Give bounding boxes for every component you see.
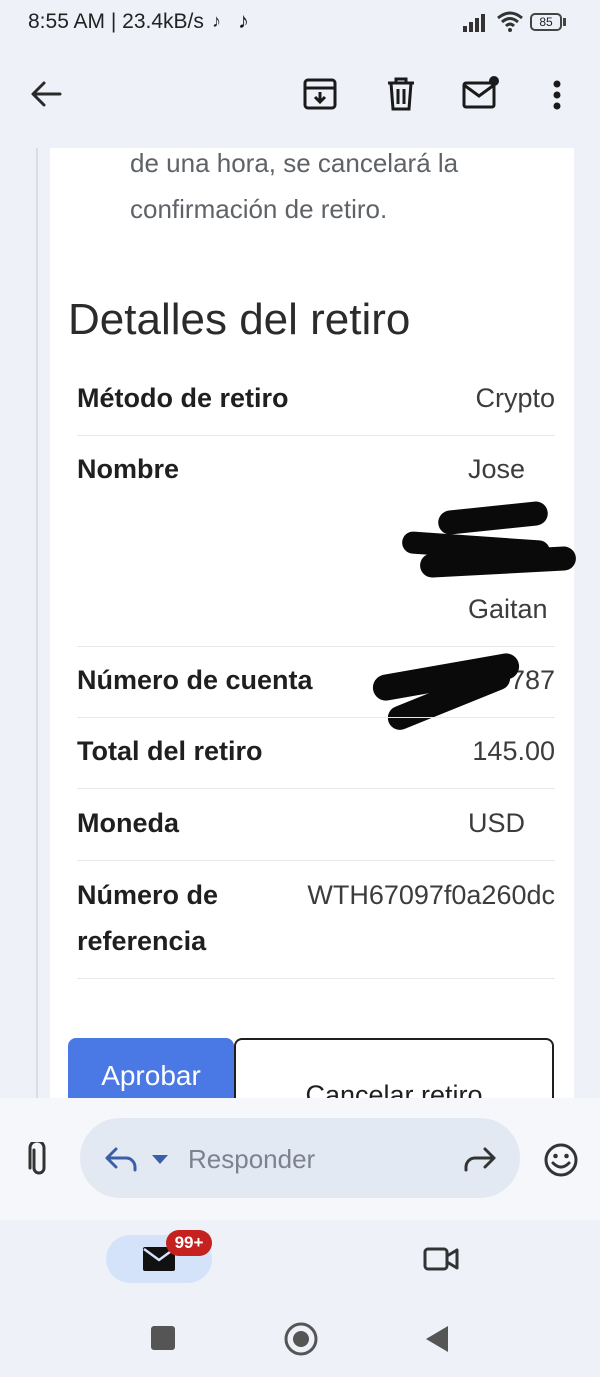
intro-line-1: de una hora, se cancelará la	[130, 148, 459, 178]
reply-icon[interactable]	[104, 1146, 138, 1172]
row-divider	[77, 435, 555, 436]
quote-line	[36, 148, 38, 1098]
chevron-down-icon[interactable]	[151, 1154, 169, 1166]
intro-line-2: confirmación de retiro.	[130, 194, 388, 224]
row-value-total: 145.00	[472, 736, 555, 766]
trash-icon[interactable]	[386, 77, 416, 111]
unread-badge: 99+	[166, 1230, 212, 1256]
video-camera-icon[interactable]	[423, 1245, 459, 1273]
nav-back-icon[interactable]	[424, 1324, 450, 1354]
row-value-method: Crypto	[475, 383, 555, 413]
home-icon[interactable]	[284, 1322, 318, 1356]
mail-unread-icon[interactable]	[462, 75, 500, 109]
status-bar: 8:55 AM | 23.4kB/s ♪ ♪ 85	[0, 0, 600, 48]
tiktok-icon: ♪	[238, 8, 249, 33]
row-value-name-first: Jose	[468, 454, 526, 484]
recents-icon[interactable]	[151, 1326, 175, 1350]
row-label-reference-line1: Número de	[77, 880, 219, 910]
app-bar	[0, 48, 600, 148]
more-vert-icon[interactable]	[550, 80, 564, 110]
row-label-reference: Número de referencia	[77, 872, 218, 964]
wifi-icon	[497, 11, 523, 32]
battery-icon: 85	[530, 13, 562, 31]
row-label-reference-line2: referencia	[77, 926, 207, 956]
emoji-icon[interactable]	[543, 1142, 579, 1178]
forward-icon[interactable]	[463, 1146, 497, 1172]
row-divider	[77, 646, 555, 647]
row-label-account: Número de cuenta	[77, 665, 313, 695]
row-label-currency: Moneda	[77, 808, 180, 838]
section-title: Detalles del retiro	[68, 295, 411, 344]
battery-level: 85	[539, 15, 553, 29]
row-value-name-last: Gaitan	[468, 594, 548, 624]
arrow-left-icon[interactable]	[30, 78, 62, 110]
row-divider	[77, 978, 555, 979]
row-value-currency: USD	[468, 808, 526, 838]
row-divider	[77, 717, 555, 718]
battery-tip	[563, 18, 566, 26]
status-time: 8:55 AM | 23.4kB/s	[28, 10, 204, 33]
reply-placeholder[interactable]: Responder	[188, 1141, 315, 1177]
attachment-icon[interactable]	[26, 1142, 52, 1178]
row-label-name: Nombre	[77, 454, 180, 484]
tiktok-small-icon: ♪	[212, 11, 221, 31]
row-divider	[77, 788, 555, 789]
row-label-total: Total del retiro	[77, 736, 263, 766]
archive-icon[interactable]	[303, 77, 337, 111]
row-value-reference: WTH67097f0a260dc	[307, 880, 555, 910]
signal-icon	[463, 14, 485, 32]
intro-text: de una hora, se cancelará la confirmació…	[130, 140, 458, 232]
row-divider	[77, 860, 555, 861]
row-label-method: Método de retiro	[77, 383, 289, 413]
